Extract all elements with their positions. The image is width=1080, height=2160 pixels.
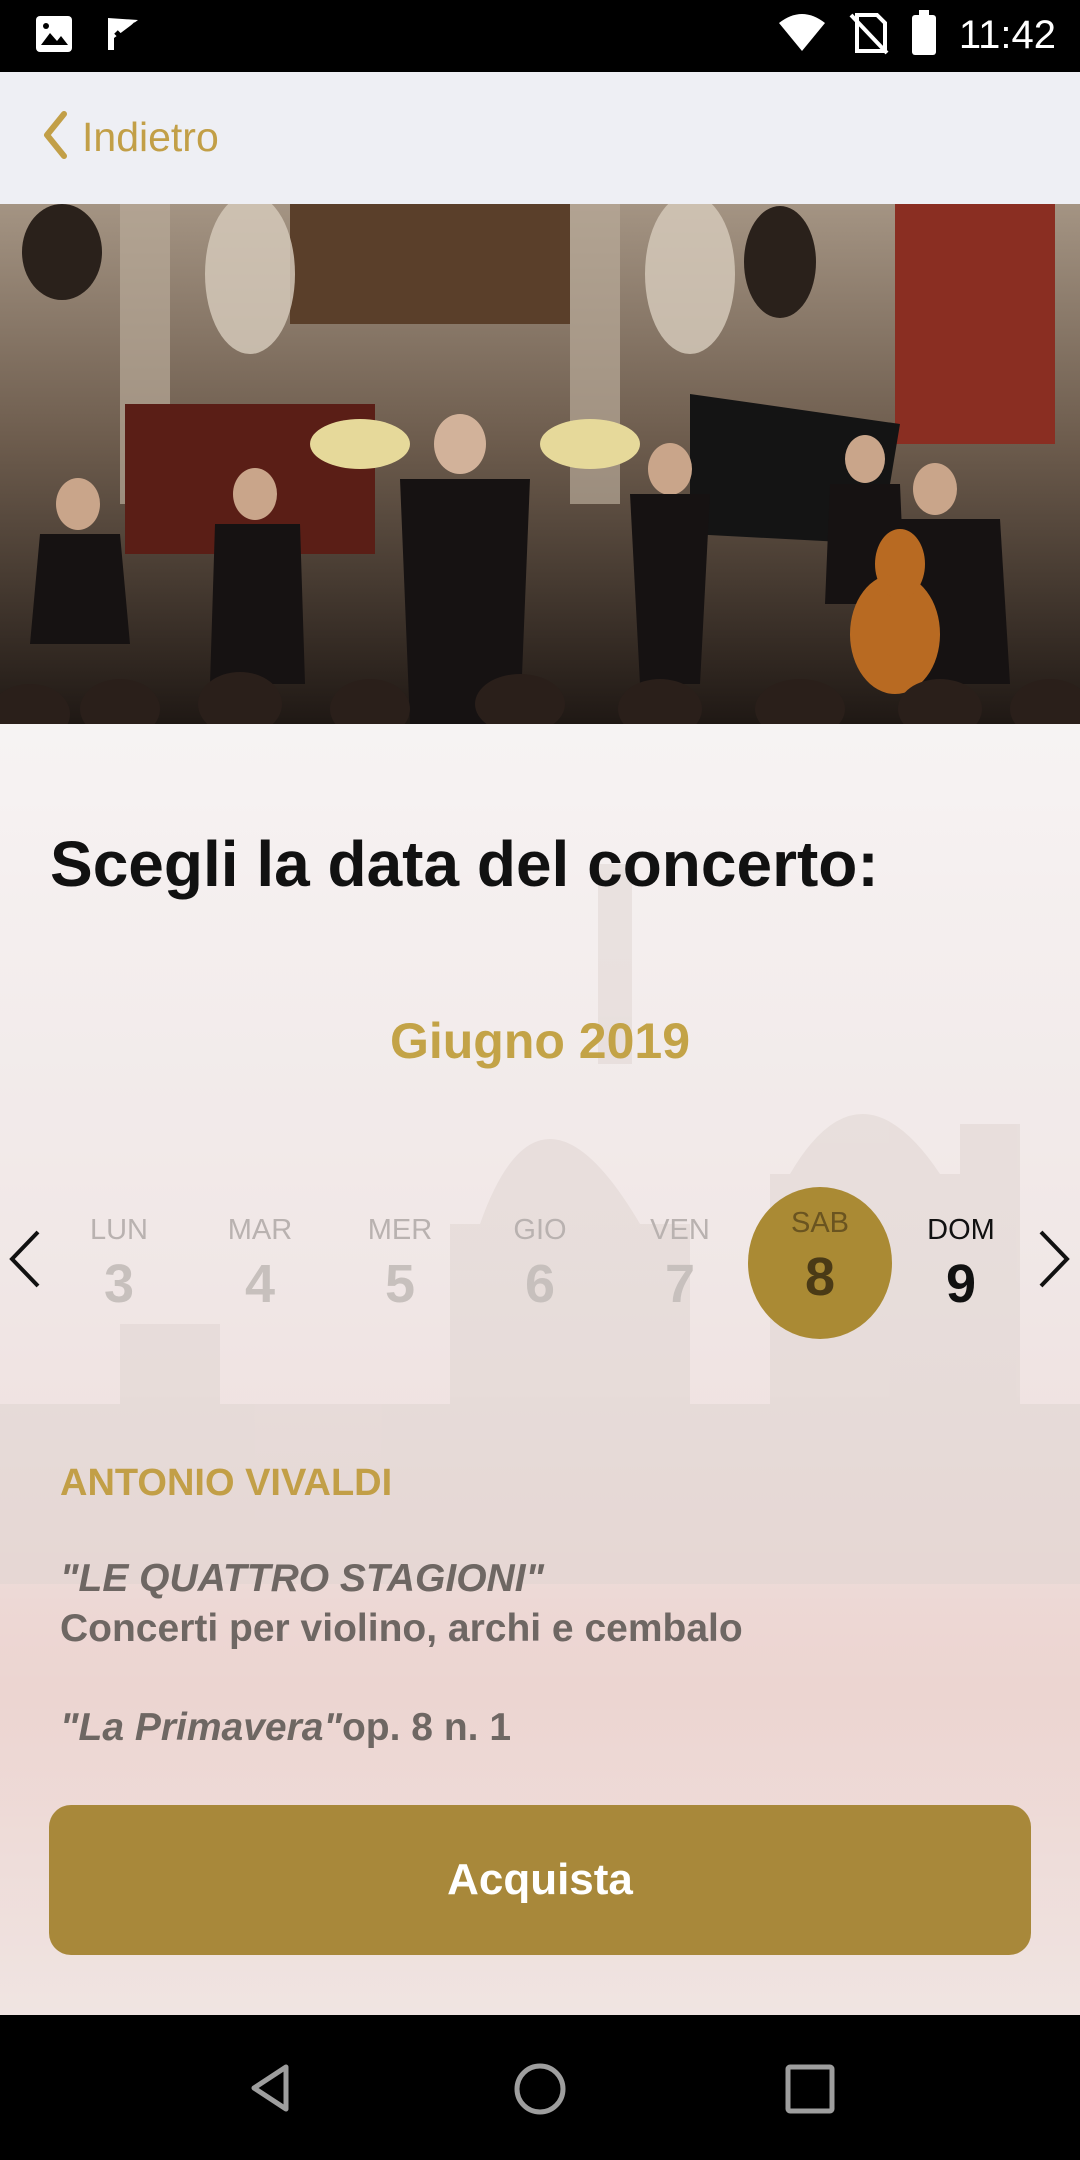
movement-title: "La Primavera"	[60, 1706, 342, 1749]
day-number: 6	[524, 1254, 556, 1314]
day-mon-3[interactable]: LUN 3	[49, 1194, 189, 1344]
system-nav-bar	[0, 2015, 1080, 2160]
work-subtitle: Concerti per violino, archi e cembalo	[60, 1607, 743, 1650]
day-name: MAR	[227, 1214, 293, 1246]
recents-square-icon[interactable]	[784, 2063, 836, 2115]
day-name: VEN	[650, 1214, 710, 1246]
concert-photo	[0, 204, 1080, 724]
day-fri-7[interactable]: VEN 7	[610, 1194, 750, 1344]
day-wed-5[interactable]: MER 5	[330, 1194, 470, 1344]
back-label: Indietro	[82, 114, 219, 160]
work-title: "LE QUATTRO STAGIONI"	[60, 1557, 545, 1600]
day-name: LUN	[89, 1214, 148, 1246]
day-number: 8	[804, 1247, 836, 1307]
day-sun-9[interactable]: DOM 9	[891, 1194, 1031, 1344]
back-button[interactable]: Indietro	[42, 110, 219, 165]
day-name: MER	[367, 1214, 433, 1246]
day-number: 7	[664, 1254, 696, 1314]
movement-line: "La Primavera"op. 8 n. 1	[60, 1706, 511, 1750]
day-sat-8-selected[interactable]: SAB 8	[748, 1187, 892, 1339]
status-bar: 11:42	[0, 0, 1080, 72]
day-thu-6[interactable]: GIO 6	[470, 1194, 610, 1344]
day-number: 5	[384, 1254, 416, 1314]
page-title: Scegli la data del concerto:	[50, 828, 879, 900]
chevron-left-icon	[42, 110, 68, 165]
battery-icon	[911, 10, 937, 61]
check-flag-icon	[104, 14, 144, 59]
composer-name: ANTONIO VIVALDI	[60, 1462, 393, 1504]
gallery-icon	[34, 14, 74, 59]
next-week-button[interactable]	[1025, 1214, 1080, 1304]
no-sim-icon	[849, 11, 889, 60]
status-time: 11:42	[958, 13, 1056, 57]
home-circle-icon[interactable]	[512, 2061, 568, 2117]
wifi-icon	[777, 13, 827, 58]
buy-button[interactable]: Acquista	[49, 1805, 1031, 1955]
day-name: SAB	[790, 1207, 850, 1239]
movement-opus: op. 8 n. 1	[341, 1706, 512, 1749]
chevron-right-icon	[1039, 1230, 1070, 1288]
day-number: 3	[103, 1254, 135, 1314]
day-number: 4	[244, 1254, 276, 1314]
content-area: Scegli la data del concerto: Giugno 2019…	[0, 724, 1080, 2015]
day-name: GIO	[513, 1214, 567, 1246]
day-name: DOM	[927, 1214, 995, 1246]
back-triangle-icon[interactable]	[248, 2063, 292, 2113]
day-number: 9	[945, 1254, 977, 1314]
day-tue-4[interactable]: MAR 4	[190, 1194, 330, 1344]
app-header: Indietro	[0, 72, 1080, 204]
buy-button-label: Acquista	[447, 1855, 633, 1904]
month-label: Giugno 2019	[389, 1013, 691, 1069]
